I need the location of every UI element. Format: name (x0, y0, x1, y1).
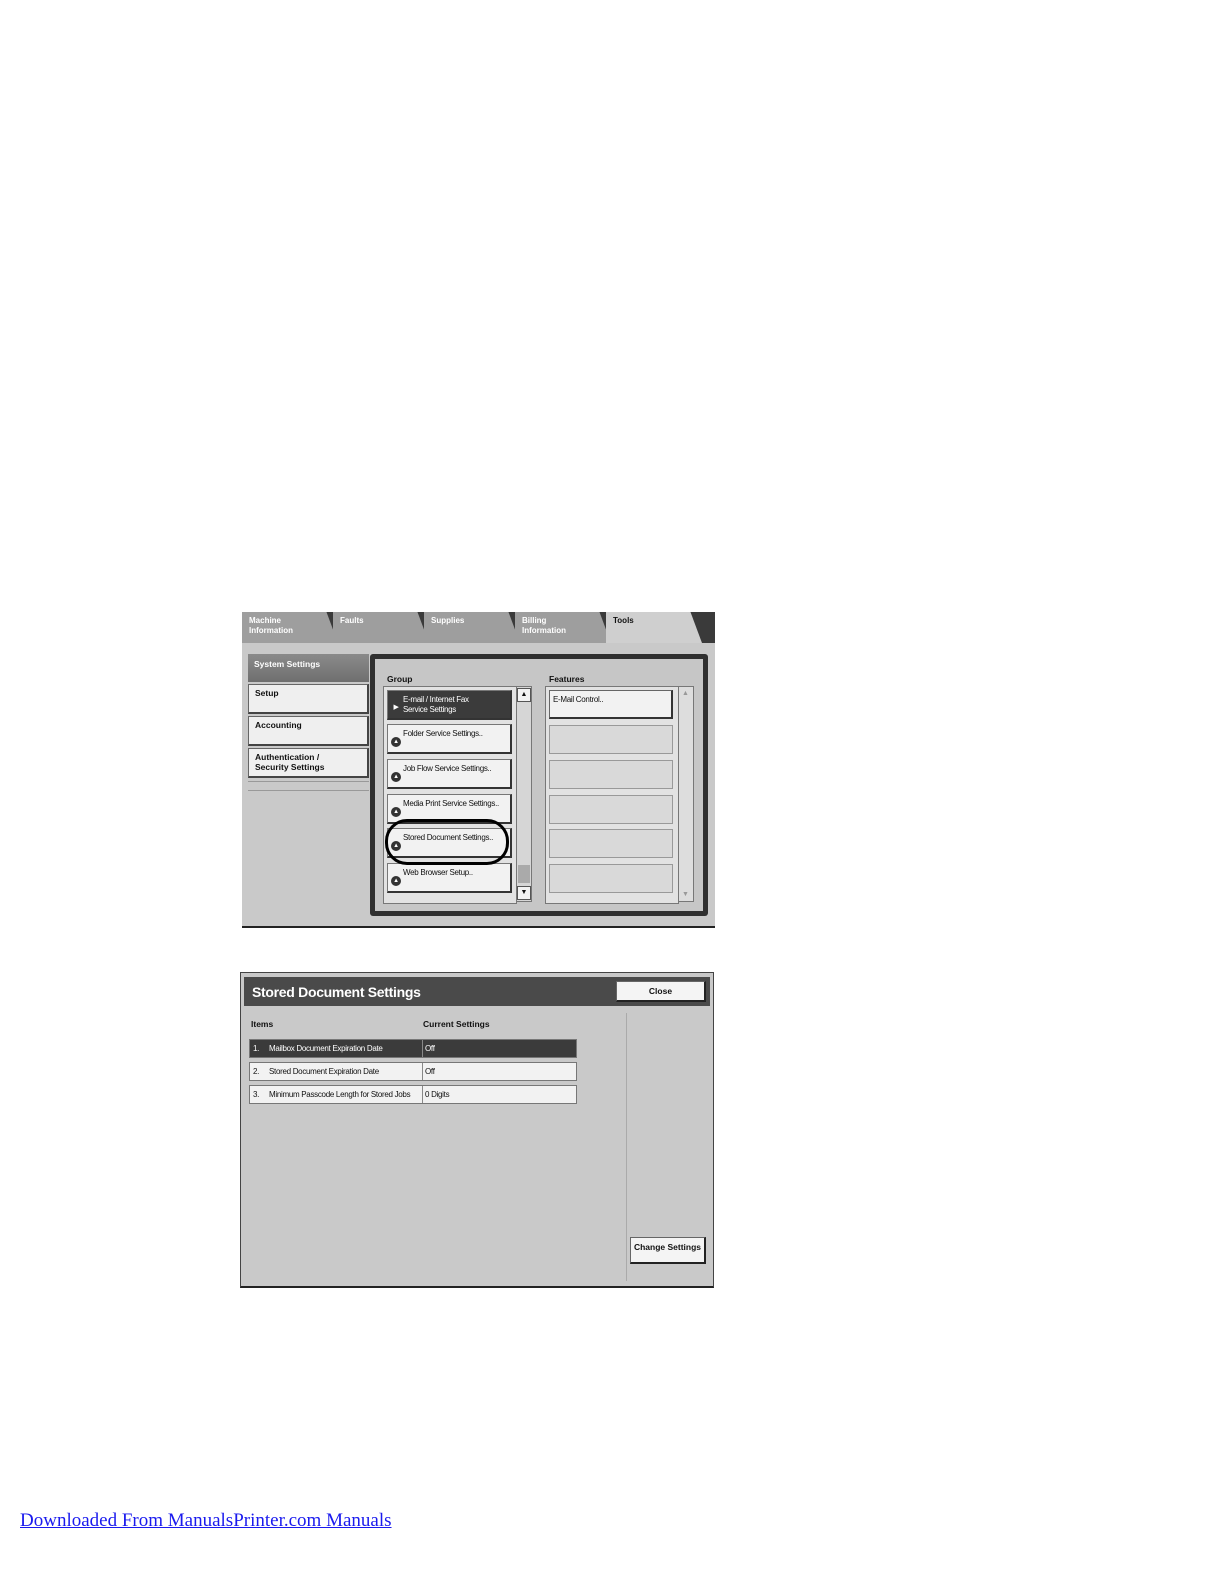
up-arrow-circle-icon: ▲ (391, 737, 401, 747)
dialog-title: Stored Document Settings (252, 984, 421, 1000)
feature-item-empty (549, 725, 673, 754)
feature-item-empty (549, 795, 673, 824)
feature-item-email-control[interactable]: E-Mail Control.. (549, 690, 673, 719)
up-arrow-circle-icon: ▲ (391, 772, 401, 782)
column-header-items: Items (251, 1019, 274, 1029)
feature-item-empty (549, 760, 673, 789)
features-scrollbar[interactable]: ▲ ▼ (678, 686, 694, 902)
change-settings-button[interactable]: Change Settings (630, 1237, 706, 1264)
side-item-authentication-security[interactable]: Authentication / Security Settings (248, 748, 369, 778)
tab-billing-information[interactable]: Billing Information (515, 612, 611, 643)
group-scrollbar[interactable]: ▲ ▼ (516, 686, 532, 902)
side-item-accounting[interactable]: Accounting (248, 716, 369, 746)
side-panel: System Settings Setup Accounting Authent… (248, 654, 369, 791)
divider (248, 781, 369, 791)
scroll-up-icon[interactable]: ▲ (517, 688, 531, 702)
main-panel-inner: Group Features ▶ E-mail / Internet Fax S… (375, 659, 703, 911)
side-header-system-settings[interactable]: System Settings (248, 654, 369, 682)
features-label: Features (549, 674, 585, 684)
group-list: ▶ E-mail / Internet Fax Service Settings… (383, 686, 517, 904)
main-panel: Group Features ▶ E-mail / Internet Fax S… (370, 654, 708, 916)
up-arrow-circle-icon: ▲ (391, 807, 401, 817)
column-header-current-settings: Current Settings (423, 1019, 490, 1029)
dialog-header: Stored Document Settings Close (244, 977, 710, 1006)
table-row[interactable]: 1. Mailbox Document Expiration Date Off (249, 1039, 577, 1058)
tab-supplies[interactable]: Supplies (424, 612, 520, 643)
tools-screen: Machine Information Faults Supplies Bill… (242, 612, 715, 928)
group-item-folder-service[interactable]: ▲ Folder Service Settings.. (387, 724, 512, 754)
stored-document-settings-screen: Stored Document Settings Close Items Cur… (240, 972, 714, 1288)
divider (626, 1013, 627, 1281)
table-row[interactable]: 2. Stored Document Expiration Date Off (249, 1062, 577, 1081)
side-item-setup[interactable]: Setup (248, 684, 369, 714)
up-arrow-circle-icon: ▲ (391, 876, 401, 886)
feature-item-empty (549, 864, 673, 893)
highlight-circle (385, 819, 509, 865)
group-item-web-browser-setup[interactable]: ▲ Web Browser Setup.. (387, 863, 512, 893)
group-item-job-flow-service[interactable]: ▲ Job Flow Service Settings.. (387, 759, 512, 789)
tab-faults[interactable]: Faults (333, 612, 429, 643)
table-row[interactable]: 3. Minimum Passcode Length for Stored Jo… (249, 1085, 577, 1104)
tab-machine-information[interactable]: Machine Information (242, 612, 338, 643)
features-list: E-Mail Control.. (545, 686, 679, 904)
tab-bar: Machine Information Faults Supplies Bill… (242, 612, 715, 643)
arrow-right-icon: ▶ (393, 704, 399, 711)
scroll-up-icon[interactable]: ▲ (682, 690, 689, 697)
scroll-thumb[interactable] (518, 865, 530, 883)
close-button[interactable]: Close (616, 981, 706, 1002)
group-item-email-internet-fax[interactable]: ▶ E-mail / Internet Fax Service Settings (387, 690, 512, 720)
scroll-down-icon[interactable]: ▼ (682, 891, 689, 898)
feature-item-empty (549, 829, 673, 858)
group-label: Group (387, 674, 413, 684)
scroll-down-icon[interactable]: ▼ (517, 886, 531, 900)
footer-link[interactable]: Downloaded From ManualsPrinter.com Manua… (20, 1510, 392, 1532)
tab-tools[interactable]: Tools (606, 612, 702, 643)
